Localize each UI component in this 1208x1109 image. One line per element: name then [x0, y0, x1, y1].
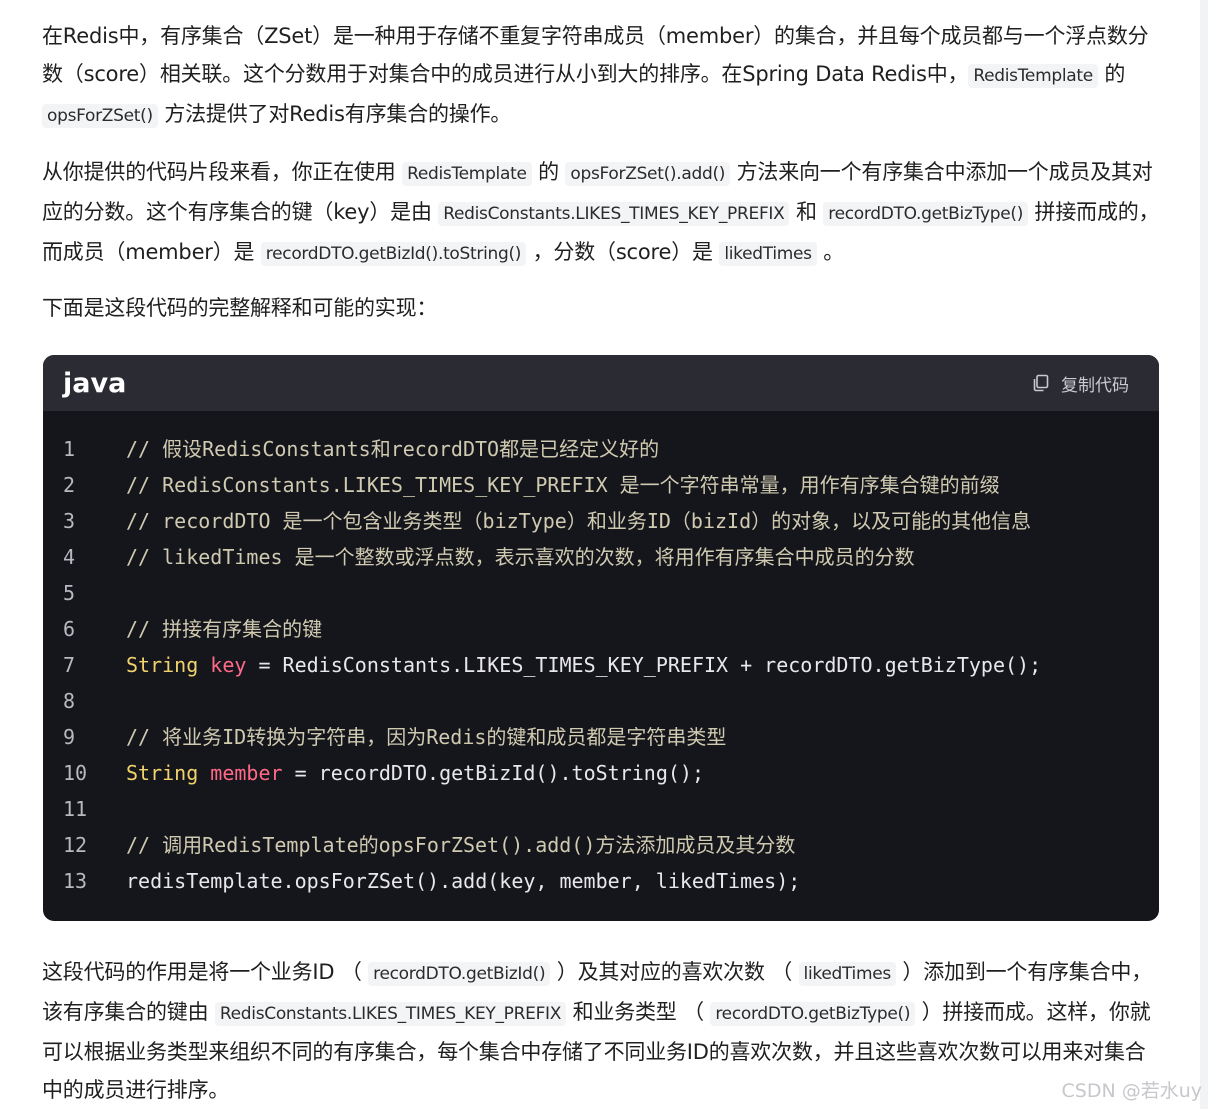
text-span: ）及其对应的喜欢次数 （: [550, 960, 799, 984]
line-number: 4: [63, 545, 76, 569]
code-text: String key = RedisConstants.LIKES_TIMES_…: [113, 647, 1041, 683]
code-text: // 调用RedisTemplate的opsForZSet().add()方法添…: [113, 827, 795, 863]
copy-code-label: 复制代码: [1061, 375, 1129, 396]
code-text: // likedTimes 是一个整数或浮点数，表示喜欢的次数，将用作有序集合中…: [113, 539, 915, 575]
code-text: // recordDTO 是一个包含业务类型（bizType）和业务ID（biz…: [113, 503, 1031, 539]
code-text: String member = recordDTO.getBizId().toS…: [113, 755, 704, 791]
intro-paragraph-3: 下面是这段代码的完整解释和可能的实现：: [42, 296, 438, 320]
inline-code: recordDTO.getBizId(): [368, 962, 551, 986]
line-number: 10: [63, 761, 88, 785]
scrollbar-track[interactable]: [1200, 0, 1208, 1109]
line-number: 11: [63, 797, 88, 821]
text-span: 的: [531, 160, 566, 184]
code-comment: // likedTimes 是一个整数或浮点数，表示喜欢的次数，将用作有序集合中…: [126, 545, 915, 569]
code-type-keyword: String: [126, 761, 199, 785]
intro-paragraph-1: 在Redis中，有序集合（ZSet）是一种用于存储不重复字符串成员（member…: [42, 17, 1160, 135]
code-line: 6 // 拼接有序集合的键: [43, 611, 1159, 647]
inline-code: opsForZSet(): [42, 104, 158, 128]
code-language-label: java: [63, 367, 127, 399]
text-span: 这段代码的作用是将一个业务ID （: [42, 960, 369, 984]
code-line: 2 // RedisConstants.LIKES_TIMES_KEY_PREFI…: [43, 467, 1159, 503]
line-number: 3: [63, 509, 76, 533]
inline-code: recordDTO.getBizId().toString(): [260, 242, 527, 266]
code-comment: // 将业务ID转换为字符串，因为Redis的键和成员都是字符串类型: [126, 725, 727, 749]
inline-code: recordDTO.getBizType(): [823, 202, 1029, 226]
code-comment: // RedisConstants.LIKES_TIMES_KEY_PREFIX…: [126, 473, 1000, 497]
code-text: redisTemplate.opsForZSet().add(key, memb…: [113, 863, 800, 899]
line-number: 7: [63, 653, 76, 677]
line-number: 8: [63, 689, 76, 713]
code-variable: key: [210, 653, 247, 677]
code-plain: = recordDTO.getBizId().toString();: [282, 761, 704, 785]
inline-code: opsForZSet().add(): [565, 162, 731, 186]
text-span: 和: [789, 200, 824, 224]
watermark: CSDN @若水uy: [1061, 1080, 1203, 1102]
inline-code: RedisTemplate: [968, 64, 1098, 88]
copy-icon: [1031, 373, 1051, 393]
inline-code: RedisConstants.LIKES_TIMES_KEY_PREFIX: [438, 202, 790, 226]
line-number: 1: [63, 437, 76, 461]
line-number: 2: [63, 473, 76, 497]
inline-code: RedisConstants.LIKES_TIMES_KEY_PREFIX: [214, 1002, 567, 1026]
line-number: 13: [63, 869, 88, 893]
inline-code: RedisTemplate: [402, 162, 532, 186]
code-line: 5: [43, 575, 1159, 611]
line-number: 6: [63, 617, 76, 641]
code-text: // 拼接有序集合的键: [113, 611, 322, 647]
line-number: 9: [63, 725, 76, 749]
code-text: // 将业务ID转换为字符串，因为Redis的键和成员都是字符串类型: [113, 719, 726, 755]
code-line: 10 String member = recordDTO.getBizId().t…: [43, 755, 1159, 791]
inline-code: recordDTO.getBizType(): [710, 1002, 916, 1026]
code-comment: // 假设RedisConstants和recordDTO都是已经定义好的: [126, 437, 660, 461]
code-body: 1 // 假设RedisConstants和recordDTO都是已经定义好的 2 /…: [43, 411, 1159, 899]
code-line: 11: [43, 791, 1159, 827]
code-line: 4 // likedTimes 是一个整数或浮点数，表示喜欢的次数，将用作有序集合…: [43, 539, 1159, 575]
code-line: 13 redisTemplate.opsForZSet().add(key, me…: [43, 863, 1159, 899]
text-span: ，分数（score）是: [526, 240, 720, 264]
code-type-keyword: String: [126, 653, 199, 677]
code-line: 7 String key = RedisConstants.LIKES_TIMES…: [43, 647, 1159, 683]
code-block: java 复制代码 1 // 假设RedisConstants和recordDTO…: [43, 355, 1159, 921]
line-number: 12: [63, 833, 88, 857]
code-plain: = RedisConstants.LIKES_TIMES_KEY_PREFIX …: [246, 653, 1042, 677]
intro-paragraph-2: 从你提供的代码片段来看，你正在使用 RedisTemplate 的 opsFor…: [42, 153, 1160, 273]
code-line: 12 // 调用RedisTemplate的opsForZSet().add()方…: [43, 827, 1159, 863]
code-line: 1 // 假设RedisConstants和recordDTO都是已经定义好的: [43, 431, 1159, 467]
inline-code: likedTimes: [719, 242, 817, 266]
line-number: 5: [63, 581, 76, 605]
text-span: 方法提供了对Redis有序集合的操作。: [157, 102, 512, 126]
code-variable: member: [210, 761, 283, 785]
code-line: 9 // 将业务ID转换为字符串，因为Redis的键和成员都是字符串类型: [43, 719, 1159, 755]
code-comment: // recordDTO 是一个包含业务类型（bizType）和业务ID（biz…: [126, 509, 1032, 533]
copy-code-button[interactable]: 复制代码: [1031, 371, 1129, 396]
code-line: 3 // recordDTO 是一个包含业务类型（bizType）和业务ID（bi…: [43, 503, 1159, 539]
text-span: 和业务类型 （: [566, 1000, 711, 1024]
code-line: 8: [43, 683, 1159, 719]
code-comment: // 调用RedisTemplate的opsForZSet().add()方法添…: [126, 833, 796, 857]
text-span: 。: [816, 240, 845, 264]
outro-paragraph: 这段代码的作用是将一个业务ID （ recordDTO.getBizId() ）…: [42, 953, 1160, 1109]
inline-code: likedTimes: [798, 962, 896, 986]
code-text: // RedisConstants.LIKES_TIMES_KEY_PREFIX…: [113, 467, 1000, 503]
text-span: 的: [1097, 62, 1126, 86]
code-plain: redisTemplate.opsForZSet().add(key, memb…: [126, 869, 801, 893]
text-span: 从你提供的代码片段来看，你正在使用: [42, 160, 403, 184]
code-text: // 假设RedisConstants和recordDTO都是已经定义好的: [113, 431, 659, 467]
code-block-header: java 复制代码: [43, 355, 1159, 411]
code-comment: // 拼接有序集合的键: [126, 617, 323, 641]
